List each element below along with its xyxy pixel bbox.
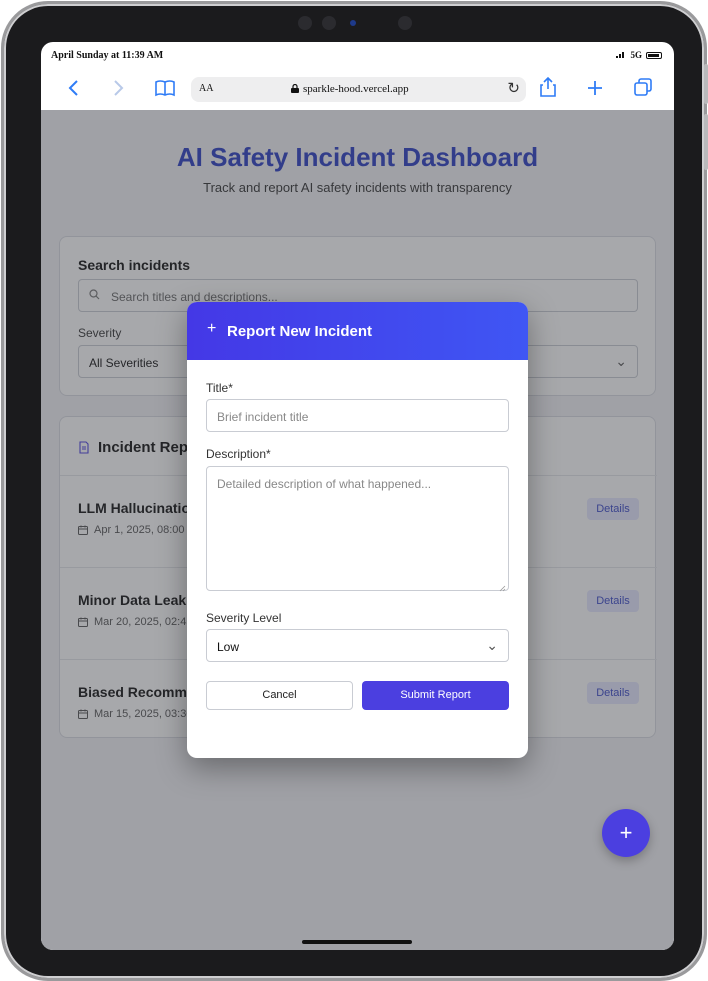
home-indicator (302, 940, 412, 944)
address-bar[interactable]: AA sparkle-hood.vercel.app ↻ (191, 77, 526, 102)
reload-icon[interactable]: ↻ (507, 79, 520, 98)
modal-title: Report New Incident (227, 323, 373, 340)
submit-report-button[interactable]: Submit Report (362, 681, 509, 710)
lock-icon (291, 83, 299, 93)
status-bar: April Sunday at 11:39 AM 5G (41, 42, 674, 68)
plus-icon: + (207, 320, 217, 337)
ipad-frame: April Sunday at 11:39 AM 5G AA sparkle-h… (4, 4, 708, 978)
report-incident-modal: + Report New Incident Title* Brief incid… (187, 302, 528, 758)
severity-level-select[interactable]: Low ⌄ (206, 629, 509, 662)
add-incident-fab[interactable]: + (602, 809, 650, 857)
volume-button (704, 64, 708, 104)
severity-level-value: Low (217, 640, 240, 654)
status-time: April Sunday at 11:39 AM (51, 50, 164, 61)
title-input[interactable]: Brief incident title (206, 399, 509, 432)
bookmarks-icon[interactable] (151, 76, 179, 104)
url-text: sparkle-hood.vercel.app (303, 83, 409, 95)
back-icon[interactable] (59, 76, 87, 104)
chevron-down-icon: ⌄ (486, 637, 498, 653)
modal-header: + Report New Incident (187, 302, 528, 360)
battery-icon (646, 51, 662, 59)
title-label: Title* (206, 381, 233, 395)
status-indicators: 5G (616, 50, 662, 60)
browser-toolbar: AA sparkle-hood.vercel.app ↻ (41, 70, 674, 110)
screen: April Sunday at 11:39 AM 5G AA sparkle-h… (41, 42, 674, 950)
resize-handle-icon[interactable] (499, 581, 506, 592)
forward-icon[interactable] (105, 76, 133, 104)
network-label: 5G (630, 50, 642, 60)
tabs-icon[interactable] (629, 76, 657, 104)
power-button (704, 114, 708, 170)
title-placeholder: Brief incident title (217, 410, 309, 424)
description-placeholder: Detailed description of what happened... (217, 477, 432, 491)
new-tab-icon[interactable] (581, 76, 609, 104)
signal-icon (616, 50, 626, 60)
severity-level-label: Severity Level (206, 611, 282, 625)
share-icon[interactable] (534, 76, 562, 104)
camera-bar (294, 14, 424, 32)
description-label: Description* (206, 447, 271, 461)
cancel-button[interactable]: Cancel (206, 681, 353, 710)
description-textarea[interactable]: Detailed description of what happened... (206, 466, 509, 592)
reader-button[interactable]: AA (199, 83, 213, 94)
